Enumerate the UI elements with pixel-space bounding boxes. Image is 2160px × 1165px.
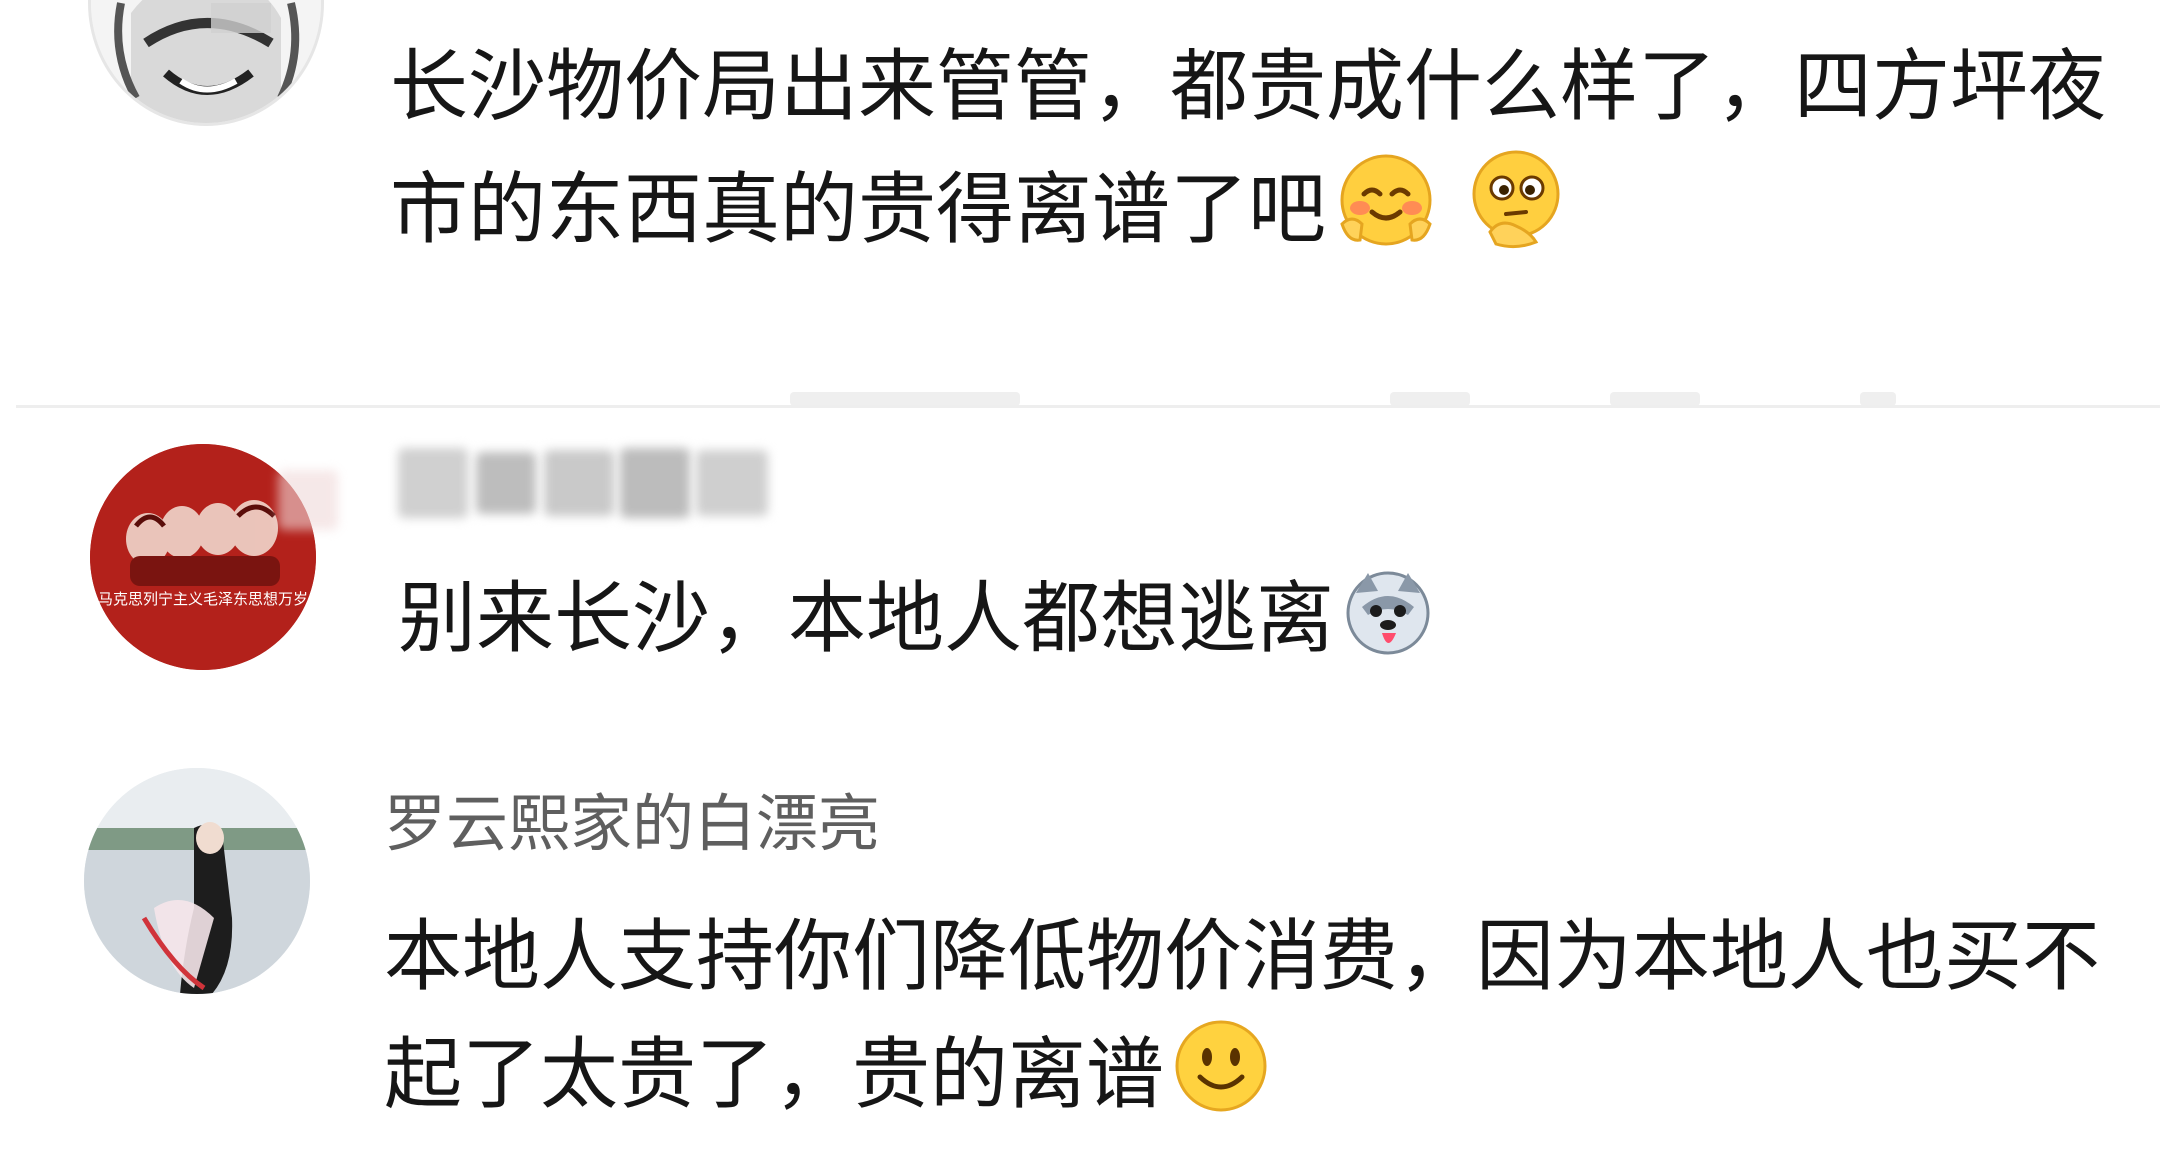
divider (16, 405, 2160, 408)
blushing-smile-emoji (1334, 150, 1438, 283)
comment-text: 长沙物价局出来管管，都贵成什么样了，四方坪夜市的东西真的贵得离谱了吧 (390, 28, 2110, 283)
comment-text-body: 别来长沙，本地人都想逃离 (398, 574, 1335, 664)
comment-text: 别来长沙，本地人都想逃离 (398, 560, 2118, 692)
username[interactable]: 罗云熙家的白漂亮 (384, 793, 880, 855)
comment-text-body: 长沙物价局出来管管，都贵成什么样了，四方坪夜市的东西真的贵得离谱了吧 (390, 42, 2107, 255)
thinking-hand-on-chin-emoji (1466, 146, 1566, 283)
action-bar-remnant (1860, 392, 1896, 406)
username-blurred[interactable] (278, 440, 778, 530)
comment-text: 本地人支持你们降低物价消费，因为本地人也买不起了太贵了，贵的离谱 (384, 898, 2104, 1148)
avatar-face-image (91, 0, 321, 123)
smile-emoji (1172, 1017, 1270, 1148)
avatar-caption: 马克思列宁主义毛泽东思想万岁 (98, 590, 308, 608)
avatar[interactable] (84, 768, 310, 994)
avatar[interactable] (88, 0, 324, 126)
action-bar-remnant (1390, 392, 1470, 406)
husky-dog-tongue-emoji (1342, 567, 1434, 692)
action-bar-remnant (790, 392, 1020, 406)
action-bar-remnant (1610, 392, 1700, 406)
avatar-photo-image (84, 768, 310, 994)
